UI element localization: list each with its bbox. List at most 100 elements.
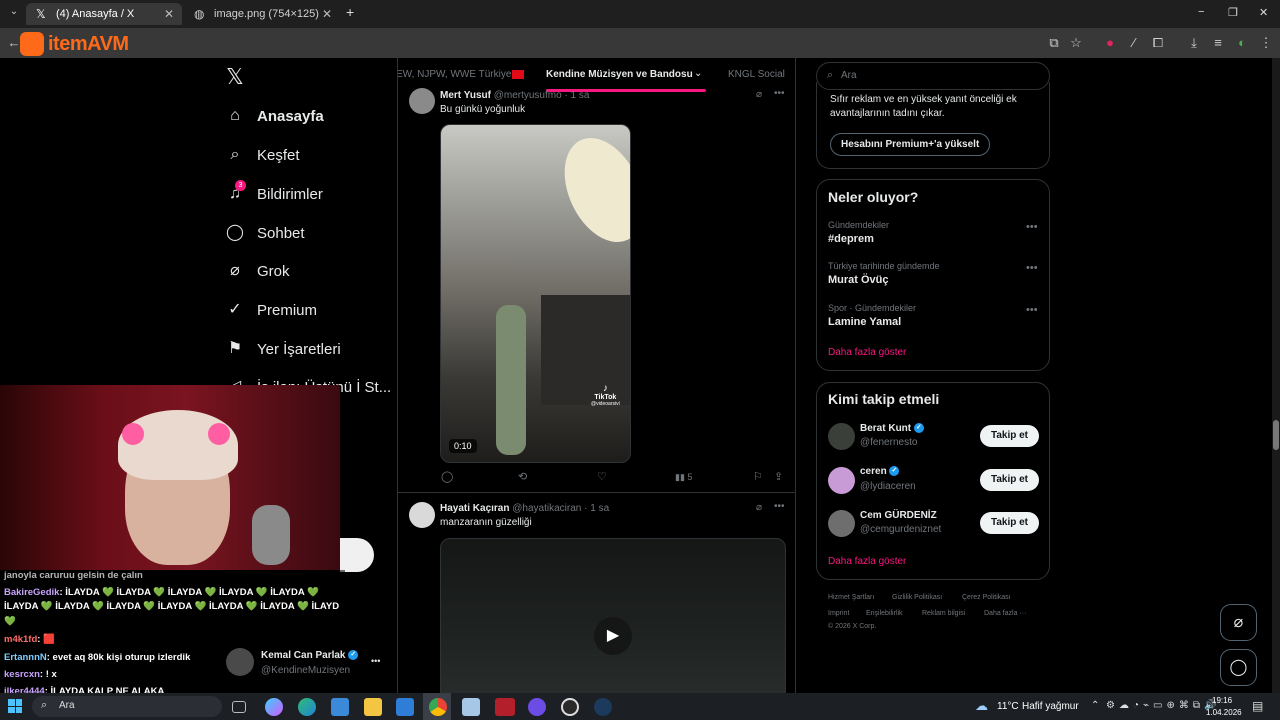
author-handle[interactable]: @hayatikaciran (512, 503, 581, 514)
avatar[interactable] (828, 467, 855, 494)
follow-user-name[interactable]: ceren ✓ (860, 466, 900, 477)
copilot-icon[interactable] (265, 698, 283, 716)
post-time[interactable]: · 1 sa (584, 503, 609, 514)
nav-grok[interactable]: ⌀ Grok (226, 258, 289, 284)
scrollbar-thumb[interactable] (1273, 420, 1279, 450)
account-name[interactable]: Kemal Can Parlak ✓ (261, 650, 359, 661)
footer-link[interactable]: Erişilebilirlik (866, 610, 903, 617)
footer-link[interactable]: Çerez Politikası (962, 594, 1011, 601)
star-icon[interactable]: ☆ (1068, 35, 1084, 51)
maximize-button[interactable]: ❐ (1228, 6, 1238, 19)
nav-explore[interactable]: ⌕ Keşfet (226, 142, 300, 168)
tab-search-icon[interactable]: ⌄ (6, 6, 22, 22)
footer-link[interactable]: Gizlilik Politikası (892, 594, 942, 601)
account-more-icon[interactable]: ••• (371, 656, 380, 666)
profile-icon[interactable]: ◐ (1234, 35, 1250, 51)
author-name[interactable]: Hayati Kaçıran (440, 503, 509, 514)
footer-link[interactable]: Imprint (828, 610, 849, 617)
trend-item[interactable]: #deprem (828, 233, 874, 245)
download-icon[interactable]: ⤓ (1186, 35, 1202, 51)
x-logo[interactable]: 𝕏 (226, 64, 244, 90)
tab-kendine-muzisyen[interactable]: Kendine Müzisyen ve Bandosu (546, 69, 693, 80)
footer-link[interactable]: Reklam bilgisi (922, 610, 965, 617)
extension-red-icon[interactable]: ● (1102, 35, 1118, 51)
messages-float-button[interactable]: ◯ (1220, 649, 1257, 686)
close-icon[interactable]: ✕ (322, 7, 332, 21)
like-icon[interactable]: ♡ (597, 470, 607, 483)
weather-temp[interactable]: 11°C (997, 701, 1019, 712)
avatar[interactable] (828, 510, 855, 537)
post-video[interactable]: ▶ (440, 538, 786, 693)
taskbar-search[interactable]: ⌕ Ara (32, 696, 222, 717)
avatar[interactable] (409, 502, 435, 528)
follow-user-name[interactable]: Cem GÜRDENİZ (860, 510, 937, 521)
nav-home[interactable]: ⌂ Anasayfa (226, 103, 324, 129)
chevron-down-icon[interactable]: ⌄ (694, 68, 702, 79)
nav-bookmarks[interactable]: ⚑ Yer İşaretleri (226, 336, 341, 362)
obs-icon[interactable] (561, 698, 579, 716)
weather-desc[interactable]: Hafif yağmur (1022, 701, 1079, 712)
show-more-trends[interactable]: Daha fazla göster (828, 347, 906, 358)
premium-upgrade-button[interactable]: Hesabını Premium+'a yükselt (830, 133, 991, 156)
tab-kngl[interactable]: KNGL Social (728, 69, 785, 80)
tray-chevron-icon[interactable]: ⌃ (1091, 700, 1099, 711)
install-icon[interactable]: ⧉ (1046, 35, 1062, 51)
avatar[interactable] (409, 88, 435, 114)
share-icon[interactable]: ⇪ (774, 470, 783, 483)
edge-icon[interactable] (298, 698, 316, 716)
explorer-icon[interactable] (364, 698, 382, 716)
trend-item[interactable]: Lamine Yamal (828, 316, 901, 328)
views-stat[interactable]: ▮▮ 5 (675, 472, 692, 483)
more-icon[interactable]: ••• (774, 88, 785, 99)
chrome-icon[interactable] (429, 698, 447, 716)
close-window-button[interactable]: ✕ (1259, 6, 1268, 19)
repost-icon[interactable]: ⟲ (518, 470, 527, 483)
puzzle-icon[interactable]: ⧠ (1150, 35, 1166, 51)
post-time[interactable]: · 1 sa (564, 90, 589, 101)
author-name[interactable]: Mert Yusuf (440, 90, 491, 101)
reading-list-icon[interactable]: ≡ (1210, 35, 1226, 51)
tab-x-home[interactable]: 𝕏 (4) Anasayfa / X ✕ (26, 3, 182, 25)
avatar[interactable] (828, 423, 855, 450)
more-icon[interactable]: ••• (1026, 221, 1038, 233)
new-tab-button[interactable]: + (346, 4, 354, 20)
scrollbar[interactable] (1272, 58, 1280, 693)
nav-premium[interactable]: ✓ Premium (226, 297, 317, 323)
task-view-icon[interactable] (232, 701, 246, 713)
follow-button[interactable]: Takip et (980, 469, 1039, 491)
author-handle[interactable]: @mertyusufmo (494, 90, 562, 101)
voicemeeter-icon[interactable] (495, 698, 515, 716)
footer-link[interactable]: Daha fazla ··· (984, 610, 1026, 617)
account-avatar[interactable] (226, 648, 254, 676)
tray-icons[interactable]: ⚙☁◔⌁▭⊕⌘⧉🔊 (1106, 700, 1220, 711)
store-icon[interactable] (331, 698, 349, 716)
tab-wwe[interactable]: EW, NJPW, WWE Türkiye (398, 69, 511, 80)
nav-chat[interactable]: ◯ Sohbet (226, 220, 305, 246)
follow-button[interactable]: Takip et (980, 425, 1039, 447)
reply-icon[interactable]: ◯ (441, 470, 453, 483)
clock-time[interactable]: 19:16 (1212, 696, 1232, 705)
minimize-button[interactable]: − (1198, 6, 1204, 18)
play-icon[interactable]: ▶ (594, 617, 632, 655)
bookmark-icon[interactable]: ⚐ (753, 470, 763, 483)
more-icon[interactable]: ••• (1026, 304, 1038, 316)
tab-image[interactable]: ◍ image.png (754×125) ✕ (184, 3, 340, 25)
more-icon[interactable]: ••• (774, 501, 785, 512)
follow-user-name[interactable]: Berat Kunt ✓ (860, 423, 924, 434)
grok-icon[interactable]: ⌀ (756, 502, 762, 513)
notes-icon[interactable] (462, 698, 480, 716)
close-icon[interactable]: ✕ (164, 7, 174, 21)
notification-icon[interactable]: ▤ (1252, 699, 1263, 713)
show-more-follow[interactable]: Daha fazla göster (828, 556, 906, 567)
grok-float-button[interactable]: ⌀ (1220, 604, 1257, 641)
mail-icon[interactable] (396, 698, 414, 716)
nav-notifications[interactable]: ♫ 3 Bildirimler (226, 180, 323, 207)
more-icon[interactable]: ••• (1026, 262, 1038, 274)
footer-link[interactable]: Hizmet Şartları (828, 594, 874, 601)
steam-icon[interactable] (594, 698, 612, 716)
menu-icon[interactable]: ⋮ (1258, 35, 1274, 51)
clock-date[interactable]: 1.04.2026 (1206, 708, 1242, 717)
trend-item[interactable]: Murat Övüç (828, 274, 889, 286)
extension-icon[interactable]: ⁄ (1126, 35, 1142, 51)
search-input[interactable]: Ara (841, 70, 857, 81)
